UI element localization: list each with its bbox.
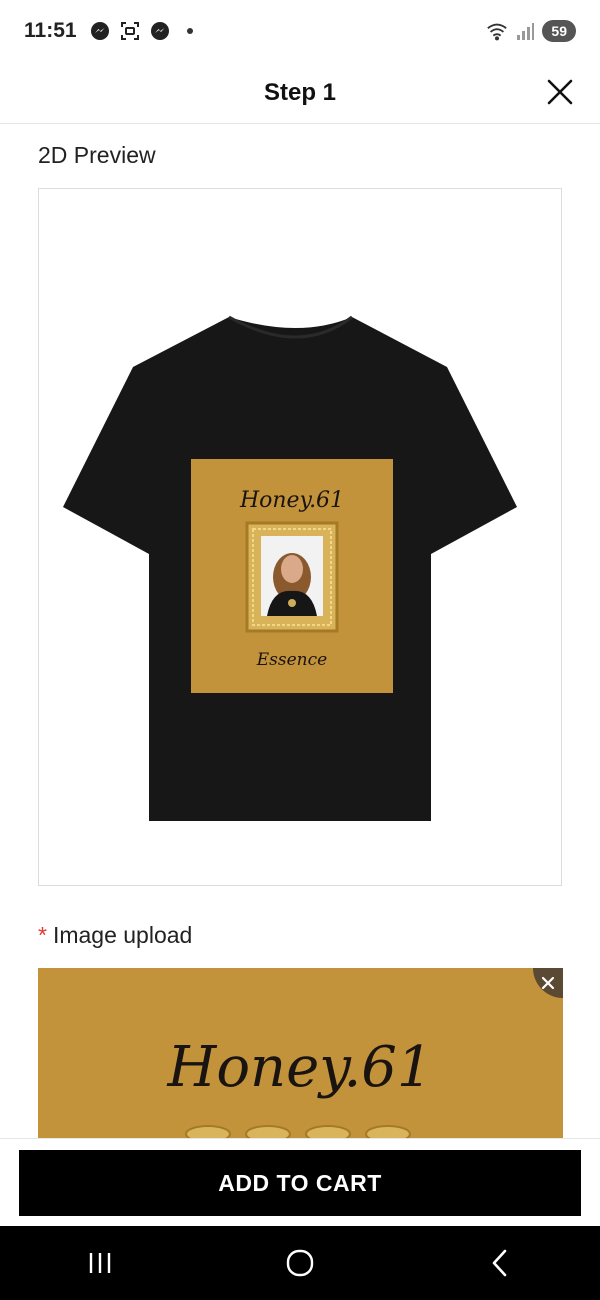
messenger-icon [149,20,171,42]
screenshot-icon [119,20,141,42]
back-icon[interactable] [470,1233,530,1293]
header: Step 1 [0,62,600,124]
required-mark: * [38,922,47,948]
system-nav-bar [0,1226,600,1300]
close-icon [541,976,555,990]
close-icon[interactable] [544,76,576,108]
status-right: 59 [486,20,576,42]
print-title: Honey.61 [239,488,344,513]
preview-label: 2D Preview [38,142,156,168]
image-upload-label: * Image upload [38,922,192,949]
preview-box: Honey.61 Essence [38,188,562,886]
image-upload-label-text: Image upload [52,922,193,948]
messenger-icon [89,20,111,42]
dot-icon [179,20,201,42]
uploaded-image-art: Honey.61 [166,1035,433,1138]
recent-apps-icon[interactable] [70,1233,130,1293]
tshirt-preview: Honey.61 Essence [63,315,517,821]
uploaded-image-title: Honey.61 [166,1035,432,1100]
uploaded-image[interactable]: Honey.61 [38,968,563,1138]
print-subtitle: Essence [256,650,327,670]
status-bar: 11:51 59 [0,0,600,62]
signal-icon [514,20,536,42]
page-title: Step 1 [263,78,337,106]
add-to-cart-button[interactable]: ADD TO CART [19,1150,581,1216]
status-time: 11:51 [24,19,77,42]
wifi-icon [486,20,508,42]
battery-level: 59 [542,20,576,42]
status-left: 11:51 [24,19,201,43]
home-icon[interactable] [270,1233,330,1293]
bottom-action-bar: ADD TO CART [0,1138,600,1226]
